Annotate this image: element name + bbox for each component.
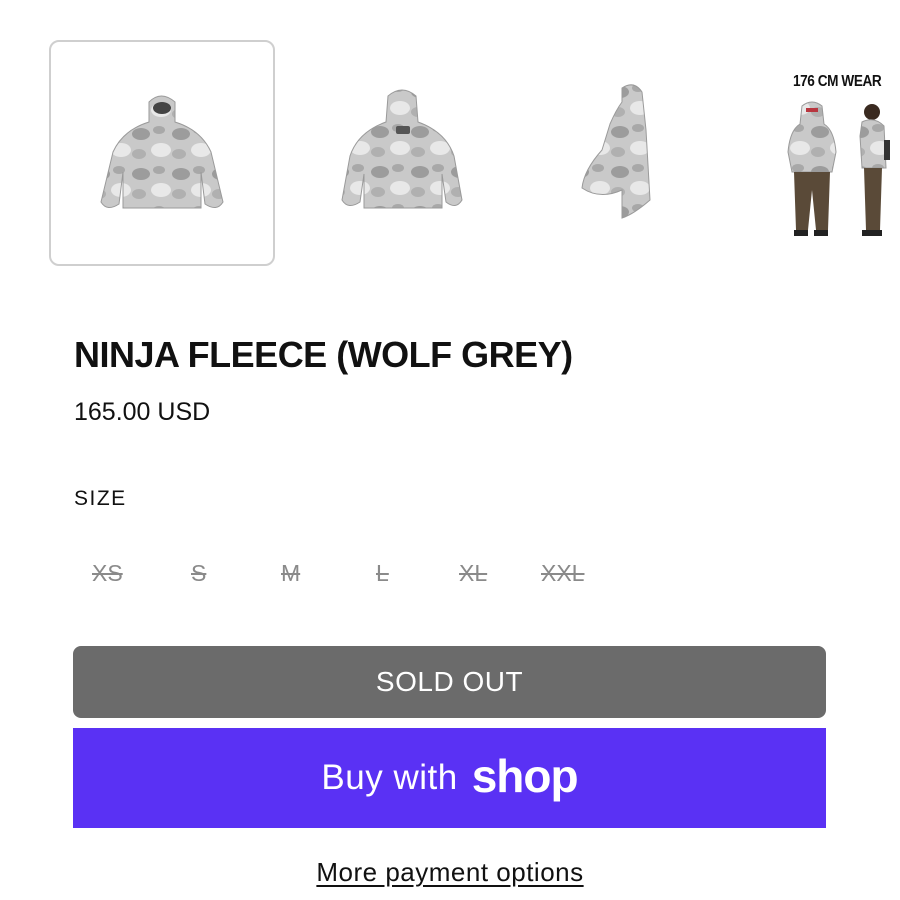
thumbnail-back[interactable]: [290, 40, 516, 266]
size-option-xs[interactable]: XS: [92, 556, 123, 590]
thumbnail-side[interactable]: [530, 40, 756, 266]
wear-height-label: 176 CM WEAR: [793, 73, 882, 90]
hoodie-front-image: [100, 95, 224, 209]
size-option-l[interactable]: L: [376, 556, 389, 590]
size-label: SIZE: [74, 487, 127, 510]
buy-with-label: Buy with: [321, 758, 458, 797]
product-title: NINJA FLEECE (WOLF GREY): [74, 334, 573, 375]
product-price: 165.00 USD: [74, 398, 211, 426]
size-option-s[interactable]: S: [191, 556, 206, 590]
size-option-xxl[interactable]: XXL: [541, 556, 584, 590]
more-payment-options: More payment options: [0, 857, 900, 888]
shop-logo: shop: [471, 750, 579, 802]
thumbnail-front[interactable]: [49, 40, 275, 266]
size-option-xl[interactable]: XL: [459, 556, 487, 590]
thumbnail-model[interactable]: 176 CM WEAR: [770, 40, 900, 266]
size-selector: XS S M L XL XXL: [74, 556, 674, 592]
buy-with-shop-button[interactable]: Buy with shop: [73, 728, 826, 828]
hoodie-side-image: [581, 84, 651, 219]
more-payment-options-link[interactable]: More payment options: [316, 857, 583, 887]
product-gallery: 176 CM WEAR: [0, 0, 900, 280]
hoodie-back-image: [341, 89, 463, 209]
sold-out-button[interactable]: SOLD OUT: [73, 646, 826, 718]
size-option-m[interactable]: M: [281, 556, 300, 590]
